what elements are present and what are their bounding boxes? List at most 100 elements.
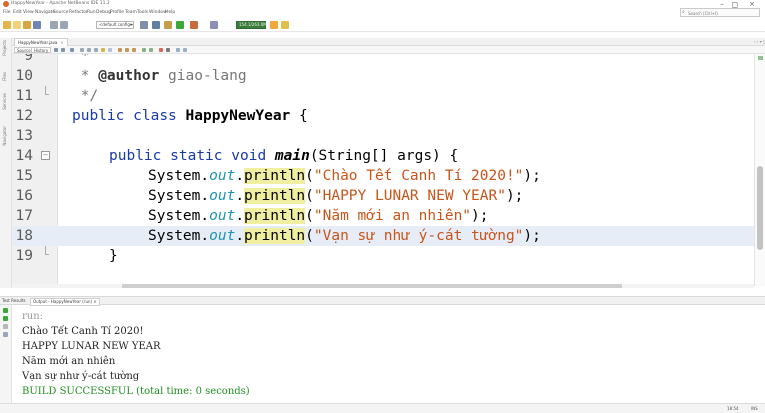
settings-icon[interactable] xyxy=(3,332,8,337)
string-literal: "HAPPY LUNAR NEW YEAR" xyxy=(313,188,506,204)
gc-icon[interactable] xyxy=(270,21,278,29)
rerun-icon[interactable] xyxy=(3,308,8,313)
editor-tab-happynewyear[interactable]: HappyNewYear.java × xyxy=(14,38,68,46)
class-ref: System. xyxy=(148,228,210,244)
uncomment-icon[interactable] xyxy=(183,48,187,52)
menu-refactor[interactable]: Refactor xyxy=(69,10,88,15)
shift-right-icon[interactable] xyxy=(149,48,153,52)
tab-history[interactable]: History xyxy=(31,47,52,53)
save-all-icon[interactable] xyxy=(33,21,41,29)
tab-output-label: Output - HappyNewYear (run) xyxy=(33,299,93,304)
main-toolbar: <default config> ▾ 154.1/263.0MB xyxy=(0,18,765,32)
side-tab-files[interactable]: Files xyxy=(2,72,8,81)
fold-end-marker xyxy=(45,246,49,255)
line-number: 13 xyxy=(15,128,33,144)
scrollbar-thumb[interactable] xyxy=(122,284,622,288)
close-icon[interactable]: × xyxy=(93,299,96,304)
menu-bar: File Edit View Navigate Source Refactor … xyxy=(0,9,765,18)
menu-profile[interactable]: Profile xyxy=(110,10,124,15)
paren: ); xyxy=(505,188,524,204)
method-params: (String[] args) { xyxy=(309,148,459,164)
open-project-icon[interactable] xyxy=(23,21,31,29)
menu-team[interactable]: Team xyxy=(125,10,137,15)
rerun-with-options-icon[interactable] xyxy=(3,316,8,321)
menu-debug[interactable]: Debug xyxy=(96,10,111,15)
new-file-icon[interactable] xyxy=(13,21,21,29)
editor-horizontal-scrollbar[interactable] xyxy=(12,284,754,288)
output-line: Chào Tết Canh Tí 2020! xyxy=(22,326,144,337)
menu-help[interactable]: Help xyxy=(165,10,175,15)
target-icon[interactable] xyxy=(140,21,148,29)
side-tab-projects[interactable]: Projects xyxy=(2,40,8,56)
output-console[interactable]: run: Chào Tết Canh Tí 2020! HAPPY LUNAR NE… xyxy=(22,309,250,399)
line-number: 12 xyxy=(15,108,33,124)
dot: . xyxy=(235,228,245,244)
build-status-line: BUILD SUCCESSFUL (total time: 0 seconds) xyxy=(22,386,250,397)
clean-build-icon[interactable] xyxy=(152,21,160,29)
static-field: out xyxy=(209,208,236,224)
output-line: HAPPY LUNAR NEW YEAR xyxy=(22,341,161,352)
netbeans-app-icon xyxy=(3,1,9,7)
last-edit-icon[interactable] xyxy=(54,48,58,52)
toggle-rect-select-icon[interactable] xyxy=(108,48,112,52)
next-bookmark-icon[interactable] xyxy=(125,48,129,52)
toggle-bookmark-icon[interactable] xyxy=(132,48,136,52)
javadoc-author-tag: @author xyxy=(98,68,160,84)
code-text: */ xyxy=(72,88,99,104)
menu-run[interactable]: Run xyxy=(87,10,96,15)
back-icon[interactable] xyxy=(61,48,65,52)
search-input[interactable] xyxy=(688,10,758,16)
insert-mode[interactable]: INS xyxy=(751,406,758,411)
new-project-icon[interactable] xyxy=(3,21,11,29)
stop-icon[interactable] xyxy=(3,324,8,329)
fold-toggle-icon[interactable]: − xyxy=(41,151,50,160)
configuration-combo[interactable]: <default config> ▾ xyxy=(96,21,134,29)
code-text: * xyxy=(72,54,90,64)
shift-left-icon[interactable] xyxy=(142,48,146,52)
profiler-icon[interactable] xyxy=(281,21,289,29)
menu-file[interactable]: File xyxy=(3,10,11,15)
string-literal: "Năm mới an nhiên" xyxy=(313,208,472,224)
find-next-icon[interactable] xyxy=(94,48,98,52)
caret-position[interactable]: 18:54 xyxy=(727,406,739,411)
side-tab-navigator[interactable]: Navigator xyxy=(2,126,8,146)
menu-tools[interactable]: Tools xyxy=(137,10,148,15)
build-icon[interactable] xyxy=(164,21,172,29)
editor-vertical-scrollbar[interactable] xyxy=(754,54,765,286)
close-icon[interactable]: × xyxy=(60,40,63,45)
output-line: Năm mới an nhiên xyxy=(22,356,116,367)
redo-icon[interactable] xyxy=(60,21,68,29)
keyword: class xyxy=(133,108,177,124)
menu-edit[interactable]: Edit xyxy=(13,10,22,15)
start-macro-icon[interactable] xyxy=(159,48,163,52)
code-line: 11 */ xyxy=(12,86,754,106)
dot: . xyxy=(235,188,245,204)
side-tab-services[interactable]: Services xyxy=(2,93,8,110)
toggle-highlight-icon[interactable] xyxy=(101,48,105,52)
run-icon[interactable] xyxy=(176,21,184,29)
code-line: 12 public class HappyNewYear { xyxy=(12,106,754,126)
comment-icon[interactable] xyxy=(176,48,180,52)
menu-view[interactable]: View xyxy=(23,10,34,15)
method-call: println xyxy=(244,168,306,184)
profile-icon[interactable] xyxy=(210,21,218,29)
tab-scroll-controls[interactable]: ‹ › ▾ □ xyxy=(754,39,765,44)
memory-usage-bar[interactable]: 154.1/263.0MB xyxy=(236,21,269,29)
keyword: static xyxy=(170,148,223,164)
tab-test-results[interactable]: Test Results xyxy=(2,298,26,304)
code-text: public static void main(String[] args) { xyxy=(109,146,458,166)
find-previous-icon[interactable] xyxy=(87,48,91,52)
scrollbar-thumb[interactable] xyxy=(757,166,763,250)
search-box[interactable]: ⌕ xyxy=(680,8,760,17)
undo-icon[interactable] xyxy=(50,21,58,29)
previous-bookmark-icon[interactable] xyxy=(118,48,122,52)
method-call: println xyxy=(244,208,306,224)
editor-tab-bar: HappyNewYear.java × ‹ › ▾ □ xyxy=(12,38,765,46)
code-editor[interactable]: 9 * 10 * @author giao-lang 11 */ 12 publ… xyxy=(12,54,754,286)
stop-macro-icon[interactable] xyxy=(166,48,170,52)
forward-icon[interactable] xyxy=(70,48,74,52)
debug-icon[interactable] xyxy=(190,21,198,29)
tab-output[interactable]: Output - HappyNewYear (run) × xyxy=(30,298,100,306)
find-icon[interactable] xyxy=(80,48,84,52)
menu-source[interactable]: Source xyxy=(53,10,68,15)
